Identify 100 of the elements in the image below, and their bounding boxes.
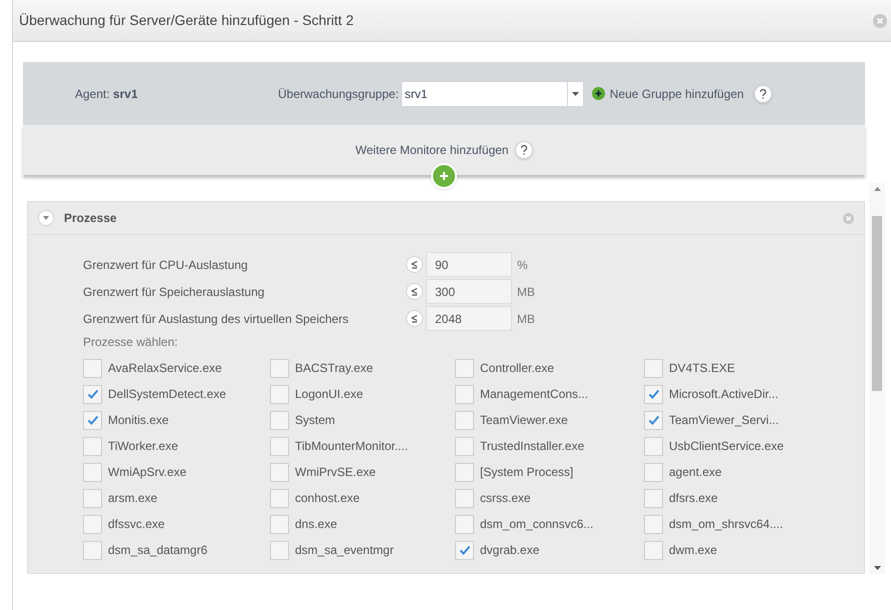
process-name: dfssvc.exe [108,516,165,533]
process-name: DV4TS.EXE [669,360,736,377]
process-name: agent.exe [669,464,722,481]
collapse-icon[interactable] [38,210,54,226]
checkmark-icon [458,545,470,555]
add-icon[interactable] [592,87,605,100]
process-name: Controller.exe [480,360,554,377]
process-checkbox[interactable] [83,436,102,456]
process-name: dfsrs.exe [669,490,718,507]
process-checkbox[interactable] [270,358,289,378]
process-checkbox[interactable] [644,358,663,378]
checkmark-icon [86,389,98,399]
group-label: Überwachungsgruppe: [278,86,399,102]
threshold-label: Grenzwert für CPU-Auslastung [83,256,249,274]
threshold-label: Grenzwert für Speicherauslastung [83,284,266,300]
help-icon[interactable] [514,141,533,159]
process-label: Prozesse wählen: [83,334,179,351]
threshold-input[interactable]: 300 [426,279,512,304]
process-name: TiWorker.exe [108,438,178,455]
process-name: [System Process] [480,464,574,481]
agent-label: Agent: srv1 [75,86,139,102]
window-title: Überwachung für Server/Geräte hinzufügen - Schritt 2 [19,11,354,30]
process-checkbox[interactable] [455,384,474,404]
process-name: ManagementCons... [480,386,588,403]
process-checkbox[interactable] [644,488,663,508]
process-name: BACSTray.exe [295,360,374,377]
process-name: dsm_sa_eventmgr [295,542,394,559]
process-checkbox[interactable] [644,410,663,430]
process-checkbox[interactable] [455,540,474,560]
process-checkbox[interactable] [644,514,663,534]
process-name: TrustedInstaller.exe [480,438,584,455]
process-name: TeamViewer_Servi... [669,412,779,429]
more-monitors-label: Weitere Monitore hinzufügen [355,142,509,159]
process-checkbox[interactable] [644,436,663,456]
plus-icon [439,171,449,181]
process-checkbox[interactable] [83,462,102,482]
less-equal-icon[interactable] [406,310,423,327]
process-checkbox[interactable] [270,384,289,404]
process-checkbox[interactable] [83,488,102,508]
process-checkbox[interactable] [83,540,102,560]
process-checkbox[interactable] [644,384,663,404]
process-name: dsm_om_connsvc6... [480,516,594,533]
process-name: TibMounterMonitor.... [295,438,408,455]
process-name: csrss.exe [480,490,531,507]
threshold-input[interactable]: 2048 [426,306,512,331]
process-name: conhost.exe [295,490,360,507]
process-checkbox[interactable] [83,514,102,534]
process-checkbox[interactable] [455,462,474,482]
section-title: Prozesse [64,210,117,227]
process-checkbox[interactable] [455,514,474,534]
checkmark-icon [648,389,660,399]
process-name: LogonUI.exe [295,386,364,403]
close-icon[interactable] [843,212,854,224]
scrollbar[interactable] [869,183,885,574]
unit-label: MB [517,310,535,328]
process-checkbox[interactable] [644,462,663,482]
process-checkbox[interactable] [83,358,102,378]
process-checkbox[interactable] [455,436,474,456]
process-name: dvgrab.exe [480,542,540,559]
process-name: AvaRelaxService.exe [108,360,222,377]
less-equal-icon[interactable] [406,256,423,273]
process-checkbox[interactable] [270,410,289,430]
caret-icon [572,92,579,96]
process-checkbox[interactable] [270,462,289,482]
scroll-down-icon[interactable] [874,566,880,570]
process-name: Monitis.exe [108,412,169,429]
process-checkbox[interactable] [644,540,663,560]
process-checkbox[interactable] [83,384,102,404]
process-checkbox[interactable] [270,514,289,534]
process-name: dsm_sa_datamgr6 [108,542,208,559]
section-header[interactable]: Prozesse [28,202,864,235]
process-name: TeamViewer.exe [480,412,568,429]
process-checkbox[interactable] [455,488,474,508]
process-checkbox[interactable] [455,358,474,378]
checkmark-icon [86,415,98,425]
process-name: WmiPrvSE.exe [295,464,376,481]
process-name: WmiApSrv.exe [108,464,186,481]
process-checkbox[interactable] [270,436,289,456]
checkmark-icon [648,415,660,425]
add-group-link[interactable]: Neue Gruppe hinzufügen [610,84,744,102]
threshold-label: Grenzwert für Auslastung des virtuellen Speichers [83,310,350,328]
process-name: DellSystemDetect.exe [108,386,226,403]
process-name: dsm_om_shrsvc64.... [669,516,784,533]
process-name: UsbClientService.exe [669,438,784,455]
close-icon[interactable] [873,14,887,28]
process-name: dwm.exe [669,542,718,559]
help-icon[interactable] [754,84,772,102]
less-equal-icon[interactable] [406,283,423,300]
process-checkbox[interactable] [270,488,289,508]
threshold-input[interactable]: 90 [426,252,512,277]
process-name: Microsoft.ActiveDir... [669,386,778,403]
group-select[interactable]: srv1 [400,80,584,106]
process-checkbox[interactable] [455,410,474,430]
unit-label: % [517,256,528,274]
add-monitor-button[interactable] [431,163,457,189]
process-checkbox[interactable] [270,540,289,560]
scroll-up-icon[interactable] [874,187,880,191]
process-checkbox[interactable] [83,410,102,430]
process-name: dns.exe [295,516,338,533]
process-name: System [295,412,336,429]
